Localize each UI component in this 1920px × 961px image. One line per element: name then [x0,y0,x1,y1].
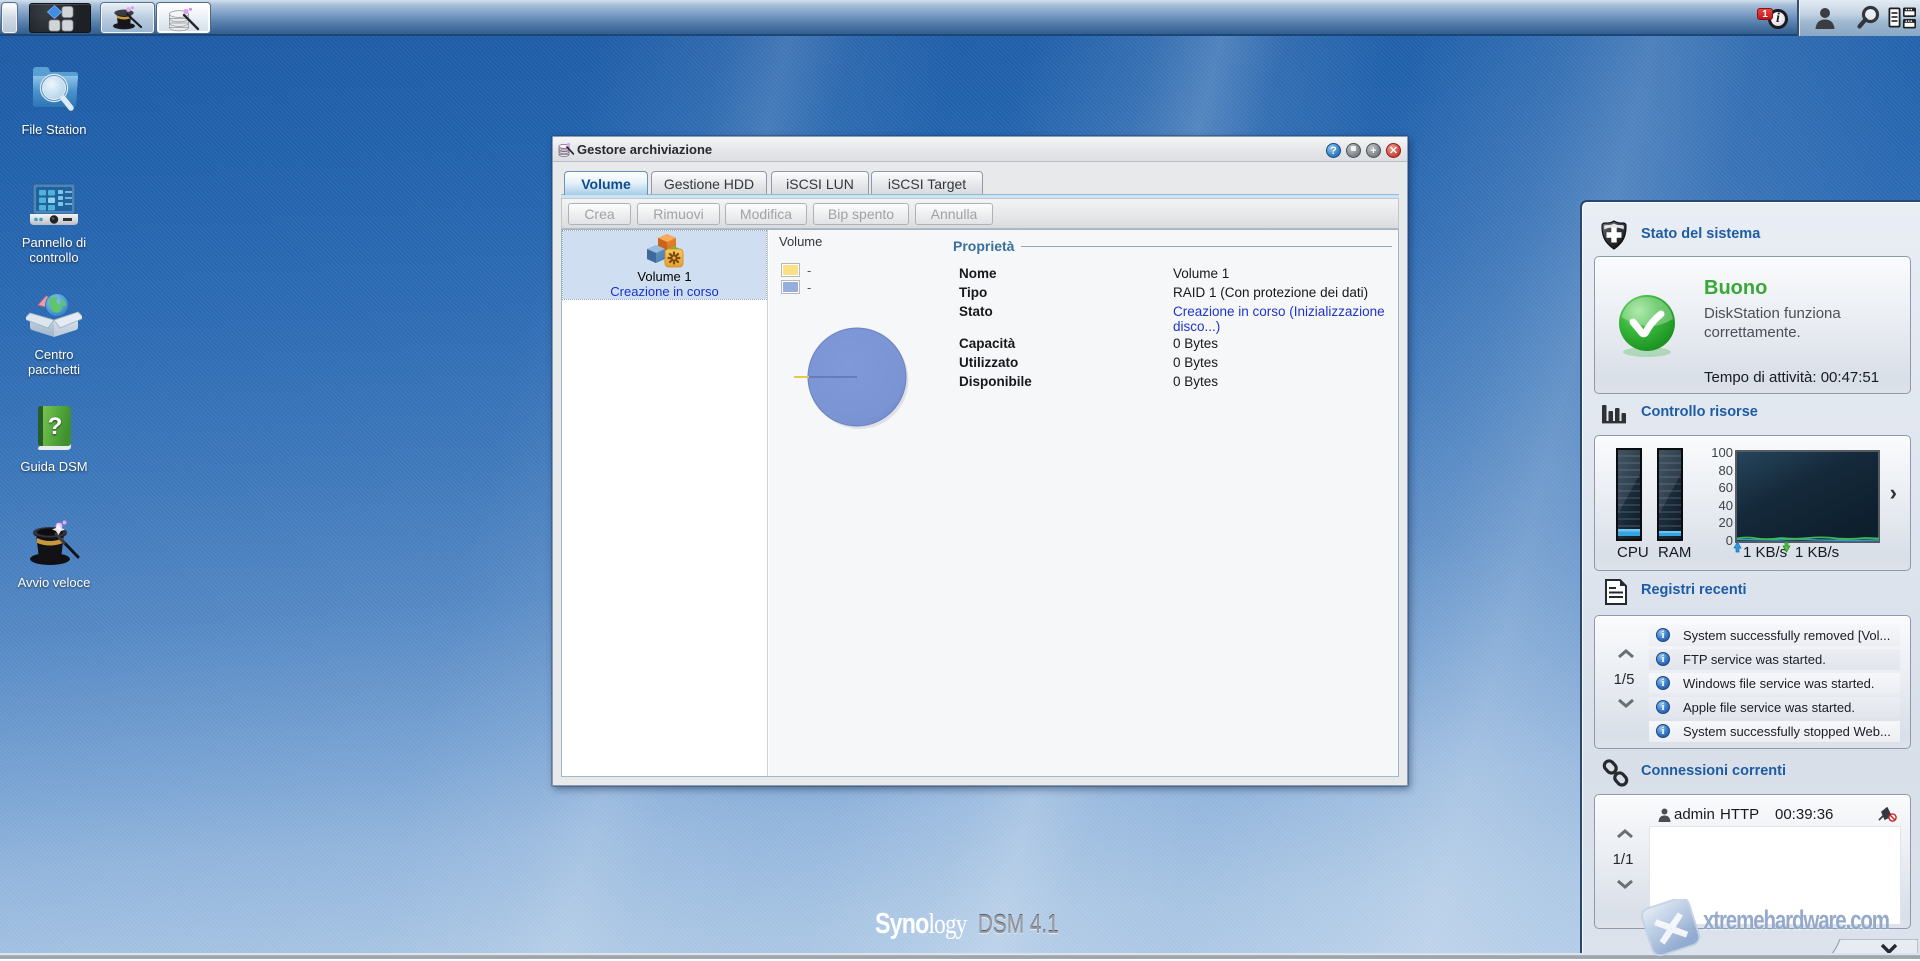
svg-text:CPU: CPU [1617,544,1649,561]
svg-text:60: 60 [1719,480,1733,495]
svg-text:RAM: RAM [1658,544,1691,561]
svg-text:?: ? [48,413,63,440]
svg-text:20: 20 [1719,515,1733,530]
svg-text:80: 80 [1719,463,1733,478]
svg-text:0: 0 [1726,533,1733,548]
svg-text:1 KB/s: 1 KB/s [1795,544,1839,561]
svg-text:1 KB/s: 1 KB/s [1743,544,1787,561]
svg-text:100: 100 [1711,445,1733,460]
svg-text:40: 40 [1719,498,1733,513]
